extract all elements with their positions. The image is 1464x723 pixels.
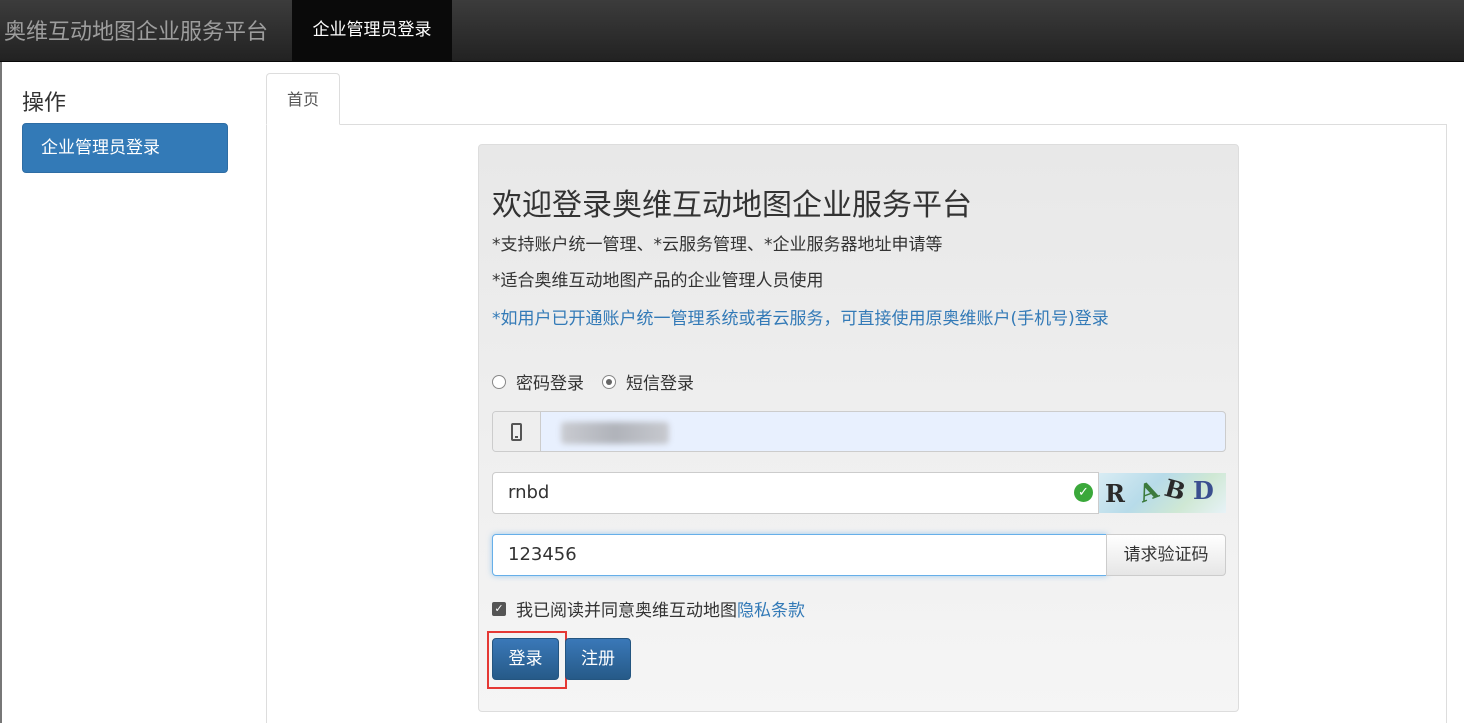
tab-home[interactable]: 首页 (266, 73, 340, 125)
radio-password-login[interactable] (492, 374, 506, 389)
sms-code-input[interactable]: 123456 (492, 534, 1107, 576)
sidebar-item-admin-login[interactable]: 企业管理员登录 (22, 123, 228, 173)
nav-item-admin-login[interactable]: 企业管理员登录 (292, 0, 452, 61)
check-circle-icon: ✓ (1074, 483, 1093, 502)
phone-input[interactable] (492, 411, 1226, 452)
left-border (0, 62, 2, 723)
welcome-heading: 欢迎登录奥维互动地图企业服务平台 (492, 188, 972, 223)
top-navbar: 奥维互动地图企业服务平台 企业管理员登录 (0, 0, 1464, 62)
captcha-input[interactable]: rnbd (492, 472, 1099, 514)
radio-sms-login-label[interactable]: 短信登录 (626, 369, 694, 394)
radio-password-login-label[interactable]: 密码登录 (516, 369, 584, 394)
captcha-char: D (1193, 476, 1214, 505)
agree-row: ✓ 我已阅读并同意奥维互动地图 隐私条款 (492, 596, 805, 621)
request-code-button[interactable]: 请求验证码 (1106, 534, 1226, 576)
agree-checkbox[interactable]: ✓ (492, 601, 506, 616)
login-mode-group: 密码登录 短信登录 (492, 369, 712, 394)
register-button[interactable]: 注册 (565, 638, 631, 680)
agree-text: 我已阅读并同意奥维互动地图 (516, 601, 737, 621)
feature-line-2: *适合奥维互动地图产品的企业管理人员使用 (492, 271, 824, 291)
feature-line-3: *如用户已开通账户统一管理系统或者云服务，可直接使用原奥维账户(手机号)登录 (492, 309, 1109, 329)
phone-addon (493, 412, 541, 451)
captcha-image[interactable]: R A B D (1099, 473, 1226, 513)
captcha-char: R (1105, 479, 1125, 508)
sidebar-title: 操作 (22, 91, 67, 116)
mobile-phone-icon (511, 422, 522, 441)
login-button[interactable]: 登录 (492, 638, 559, 680)
privacy-link[interactable]: 隐私条款 (737, 596, 805, 621)
captcha-char: B (1161, 473, 1189, 507)
radio-sms-login[interactable] (602, 374, 616, 389)
captcha-char: A (1134, 474, 1163, 509)
phone-number-redacted (561, 422, 669, 444)
feature-line-1: *支持账户统一管理、*云服务管理、*企业服务器地址申请等 (492, 235, 943, 255)
brand-title[interactable]: 奥维互动地图企业服务平台 (4, 14, 268, 46)
